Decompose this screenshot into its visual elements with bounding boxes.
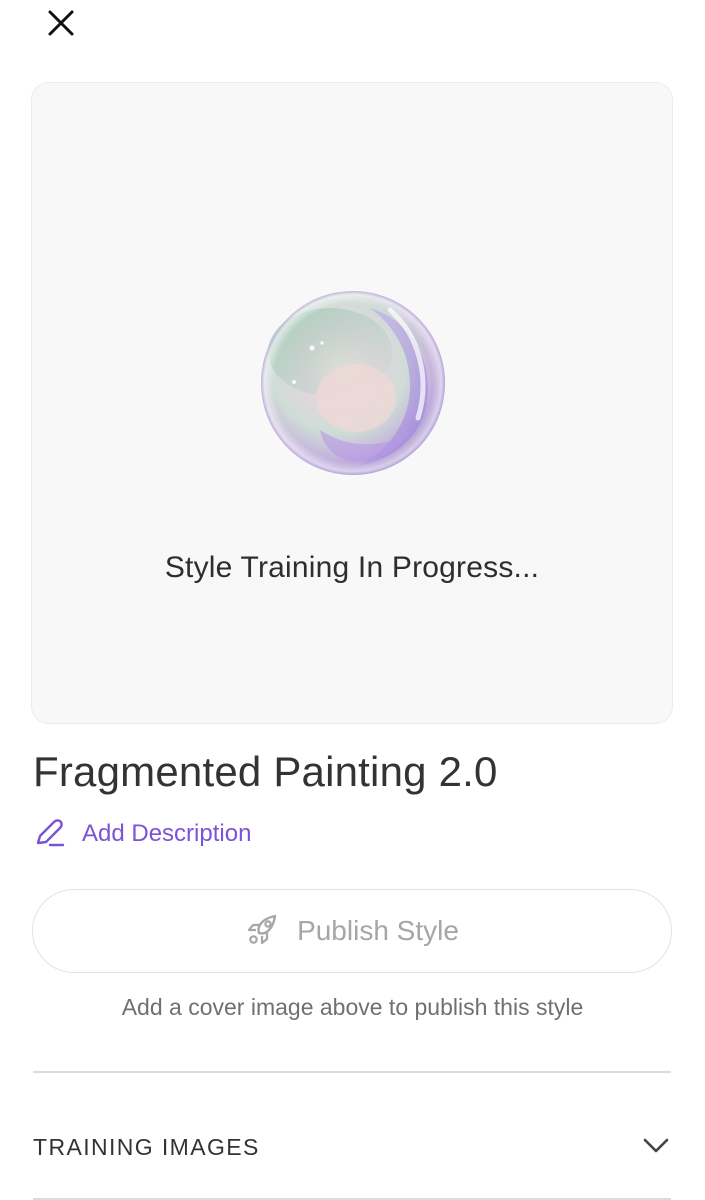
publish-hint-text: Add a cover image above to publish this …	[121, 994, 584, 1020]
close-button[interactable]	[40, 4, 82, 46]
training-images-title: TRAINING IMAGES	[33, 1133, 260, 1160]
rocket-icon	[245, 911, 281, 952]
style-preview-card[interactable]: Style Training In Progress...	[31, 82, 673, 724]
publish-style-button[interactable]: Publish Style	[32, 889, 672, 973]
style-title: Fragmented Painting 2.0	[33, 748, 498, 795]
training-orb-animation	[260, 290, 446, 476]
add-description-button[interactable]: Add Description	[33, 816, 251, 852]
pencil-icon	[33, 816, 65, 853]
training-status-text: Style Training In Progress...	[164, 551, 540, 584]
section-divider	[33, 1071, 671, 1073]
close-icon	[47, 9, 75, 42]
chevron-down-icon	[641, 1130, 671, 1165]
training-images-section-toggle[interactable]: TRAINING IMAGES	[33, 1118, 671, 1176]
add-description-label: Add Description	[82, 820, 252, 847]
publish-style-label: Publish Style	[297, 915, 459, 946]
